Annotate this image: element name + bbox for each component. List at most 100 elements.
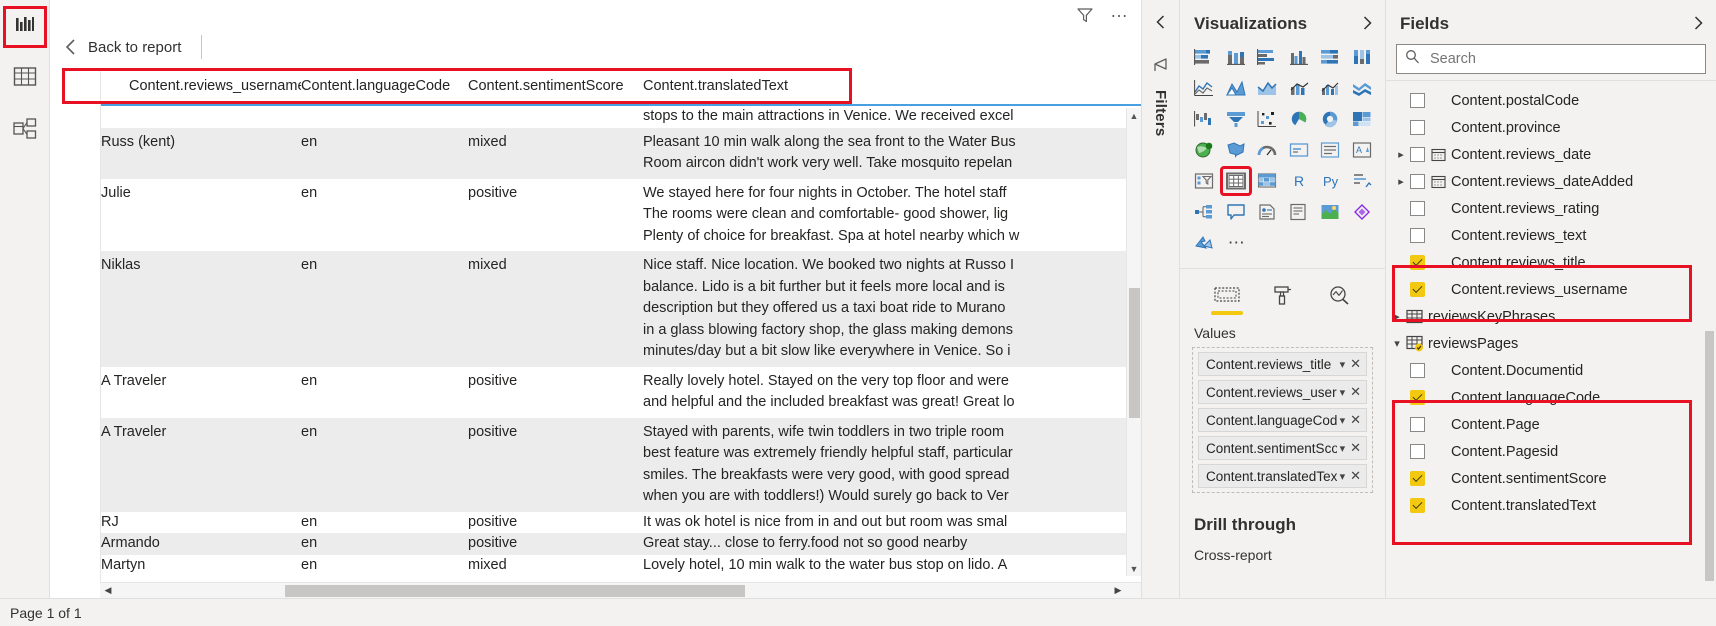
field-item-translatedtext[interactable]: Content.translatedText bbox=[1386, 492, 1716, 519]
column-header-languagecode[interactable]: Content.languageCode bbox=[301, 78, 468, 94]
data-view-button[interactable] bbox=[6, 60, 44, 98]
stacked-bar-chart-icon[interactable] bbox=[1190, 44, 1218, 70]
close-icon[interactable]: ✕ bbox=[1348, 356, 1366, 372]
table-icon[interactable] bbox=[1219, 166, 1252, 196]
table-row[interactable]: stops to the main attractions in Venice.… bbox=[101, 106, 1141, 128]
field-item-postalcode[interactable]: Content.postalCode bbox=[1386, 87, 1716, 114]
more-visuals-icon[interactable]: ⋯ bbox=[1222, 230, 1252, 256]
chevron-right-icon[interactable]: ▸ bbox=[1388, 310, 1406, 323]
funnel-icon[interactable] bbox=[1074, 4, 1096, 26]
checkbox-checked[interactable] bbox=[1410, 390, 1425, 405]
checkbox-checked[interactable] bbox=[1410, 282, 1425, 297]
field-table-reviewspages[interactable]: ▾ reviewsPages bbox=[1386, 330, 1716, 357]
table-row[interactable]: A Traveler en positive Really lovely hot… bbox=[101, 366, 1141, 418]
map-icon[interactable] bbox=[1190, 137, 1218, 163]
report-view-button[interactable] bbox=[2, 6, 47, 48]
pie-chart-icon[interactable] bbox=[1285, 106, 1313, 132]
scroll-up-arrow-icon[interactable]: ▲ bbox=[1127, 108, 1141, 123]
fields-tab[interactable] bbox=[1210, 281, 1244, 315]
chevron-right-icon[interactable] bbox=[1692, 15, 1704, 34]
checkbox-unchecked[interactable] bbox=[1410, 228, 1425, 243]
r-script-visual-icon[interactable]: R bbox=[1285, 168, 1313, 194]
field-item-sentimentscore[interactable]: Content.sentimentScore bbox=[1386, 465, 1716, 492]
checkbox-unchecked[interactable] bbox=[1410, 444, 1425, 459]
fields-scroll-thumb[interactable] bbox=[1705, 331, 1714, 581]
chevron-down-icon[interactable]: ▾ bbox=[1337, 386, 1349, 399]
horizontal-scroll-thumb[interactable] bbox=[285, 584, 745, 597]
checkbox-unchecked[interactable] bbox=[1410, 363, 1425, 378]
stacked-column-chart-icon[interactable] bbox=[1222, 44, 1250, 70]
power-apps-icon[interactable] bbox=[1348, 199, 1376, 225]
scatter-chart-icon[interactable] bbox=[1253, 106, 1281, 132]
model-view-button[interactable] bbox=[6, 112, 44, 150]
filled-map-icon[interactable] bbox=[1222, 137, 1250, 163]
chevron-down-icon[interactable]: ▾ bbox=[1337, 470, 1349, 483]
treemap-icon[interactable] bbox=[1348, 106, 1376, 132]
matrix-icon[interactable] bbox=[1253, 168, 1281, 194]
checkbox-unchecked[interactable] bbox=[1410, 201, 1425, 216]
paginated-report-icon[interactable] bbox=[1285, 199, 1313, 225]
field-item-reviews-text[interactable]: Content.reviews_text bbox=[1386, 222, 1716, 249]
chevron-down-icon[interactable]: ▾ bbox=[1337, 358, 1349, 371]
card-icon[interactable] bbox=[1285, 137, 1313, 163]
checkbox-unchecked[interactable] bbox=[1410, 174, 1425, 189]
checkbox-checked[interactable] bbox=[1410, 255, 1425, 270]
multi-row-card-icon[interactable] bbox=[1316, 137, 1344, 163]
waterfall-chart-icon[interactable] bbox=[1190, 106, 1218, 132]
table-row[interactable]: A Traveler en positive Stayed with paren… bbox=[101, 417, 1141, 512]
field-table-reviewskeyphrases[interactable]: ▸ reviewsKeyPhrases bbox=[1386, 303, 1716, 330]
qna-icon[interactable] bbox=[1222, 199, 1250, 225]
decomposition-tree-icon[interactable] bbox=[1190, 199, 1218, 225]
chevron-left-icon[interactable] bbox=[1155, 14, 1167, 35]
arcgis-map-icon[interactable] bbox=[1316, 199, 1344, 225]
field-item-reviews-username[interactable]: Content.reviews_username bbox=[1386, 276, 1716, 303]
visual-type-gallery[interactable]: A R Py ⋯ bbox=[1180, 44, 1385, 260]
more-options-button[interactable]: … bbox=[1110, 2, 1129, 23]
field-item-reviews-dateadded[interactable]: ▸ Content.reviews_dateAdded bbox=[1386, 168, 1716, 195]
hundred-percent-stacked-column-icon[interactable] bbox=[1348, 44, 1376, 70]
donut-chart-icon[interactable] bbox=[1316, 106, 1344, 132]
close-icon[interactable]: ✕ bbox=[1348, 468, 1366, 484]
value-pill-reviews-title[interactable]: Content.reviews_title ▾ ✕ bbox=[1198, 352, 1367, 376]
format-tab[interactable] bbox=[1266, 281, 1300, 311]
chevron-right-icon[interactable] bbox=[1361, 15, 1373, 34]
azure-map-icon[interactable] bbox=[1190, 230, 1218, 256]
table-row[interactable]: Russ (kent) en mixed Pleasant 10 min wal… bbox=[101, 127, 1141, 179]
line-clustered-column-icon[interactable] bbox=[1316, 75, 1344, 101]
chevron-down-icon[interactable]: ▾ bbox=[1337, 414, 1349, 427]
field-item-reviews-rating[interactable]: Content.reviews_rating bbox=[1386, 195, 1716, 222]
fields-search-box[interactable] bbox=[1396, 44, 1706, 74]
chevron-right-icon[interactable]: ▸ bbox=[1392, 175, 1410, 188]
checkbox-unchecked[interactable] bbox=[1410, 147, 1425, 162]
chevron-left-icon[interactable] bbox=[64, 38, 78, 56]
key-influencers-icon[interactable] bbox=[1348, 168, 1376, 194]
value-pill-reviews-username[interactable]: Content.reviews_usernam ▾ ✕ bbox=[1198, 380, 1367, 404]
field-item-languagecode[interactable]: Content.languageCode bbox=[1386, 384, 1716, 411]
close-icon[interactable]: ✕ bbox=[1348, 440, 1366, 456]
back-to-report-link[interactable]: Back to report bbox=[88, 39, 181, 56]
python-visual-icon[interactable]: Py bbox=[1316, 168, 1344, 194]
field-item-documentid[interactable]: Content.Documentid bbox=[1386, 357, 1716, 384]
clustered-bar-chart-icon[interactable] bbox=[1253, 44, 1281, 70]
values-field-well[interactable]: Content.reviews_title ▾ ✕ Content.review… bbox=[1192, 347, 1373, 493]
checkbox-unchecked[interactable] bbox=[1410, 120, 1425, 135]
close-icon[interactable]: ✕ bbox=[1348, 412, 1366, 428]
scroll-down-arrow-icon[interactable]: ▼ bbox=[1127, 561, 1141, 576]
column-header-sentimentscore[interactable]: Content.sentimentScore bbox=[468, 78, 643, 94]
search-input[interactable] bbox=[1428, 50, 1697, 68]
table-row[interactable]: . Martyn en mixed Lovely hotel, 10 min w… bbox=[101, 554, 1141, 576]
scroll-left-arrow-icon[interactable]: ◀ bbox=[100, 583, 116, 599]
chevron-down-icon[interactable]: ▾ bbox=[1337, 442, 1349, 455]
checkbox-checked[interactable] bbox=[1410, 498, 1425, 513]
checkbox-checked[interactable] bbox=[1410, 471, 1425, 486]
field-item-pagesid[interactable]: Content.Pagesid bbox=[1386, 438, 1716, 465]
value-pill-translatedtext[interactable]: Content.translatedText ▾ ✕ bbox=[1198, 464, 1367, 488]
gauge-icon[interactable] bbox=[1253, 137, 1281, 163]
field-item-reviews-title[interactable]: Content.reviews_title bbox=[1386, 249, 1716, 276]
value-pill-languagecode[interactable]: Content.languageCode ▾ ✕ bbox=[1198, 408, 1367, 432]
table-body[interactable]: stops to the main attractions in Venice.… bbox=[101, 106, 1141, 582]
scroll-right-arrow-icon[interactable]: ▶ bbox=[1110, 583, 1126, 599]
vertical-scroll-thumb[interactable] bbox=[1129, 288, 1140, 418]
analytics-tab[interactable] bbox=[1322, 281, 1356, 311]
close-icon[interactable]: ✕ bbox=[1348, 384, 1366, 400]
